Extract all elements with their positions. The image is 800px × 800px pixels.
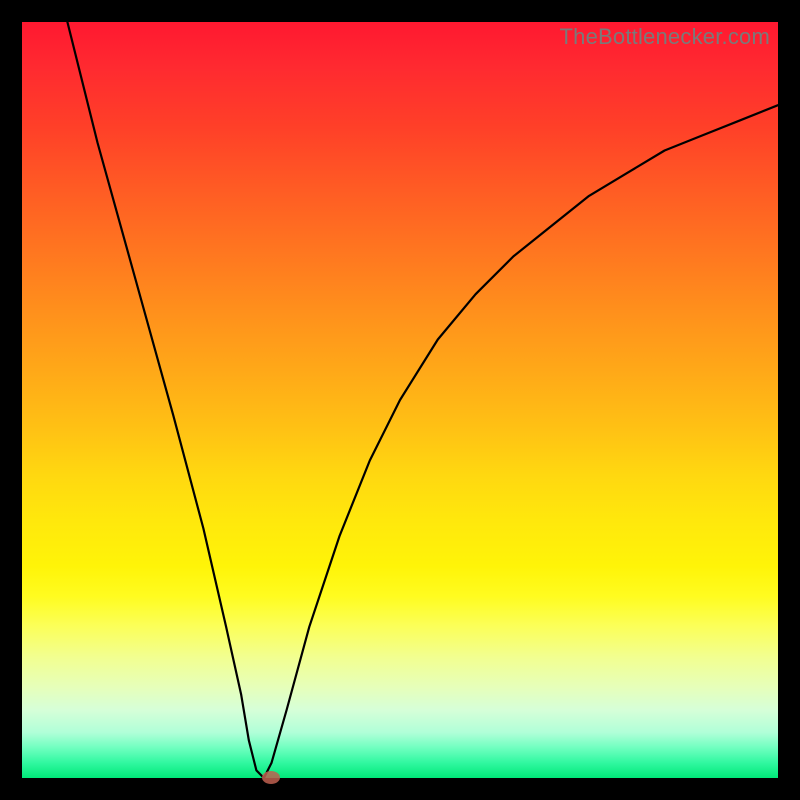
plot-area: TheBottlenecker.com: [22, 22, 778, 778]
chart-frame: TheBottlenecker.com: [0, 0, 800, 800]
bottleneck-curve: [22, 22, 778, 778]
minimum-marker: [262, 771, 280, 784]
